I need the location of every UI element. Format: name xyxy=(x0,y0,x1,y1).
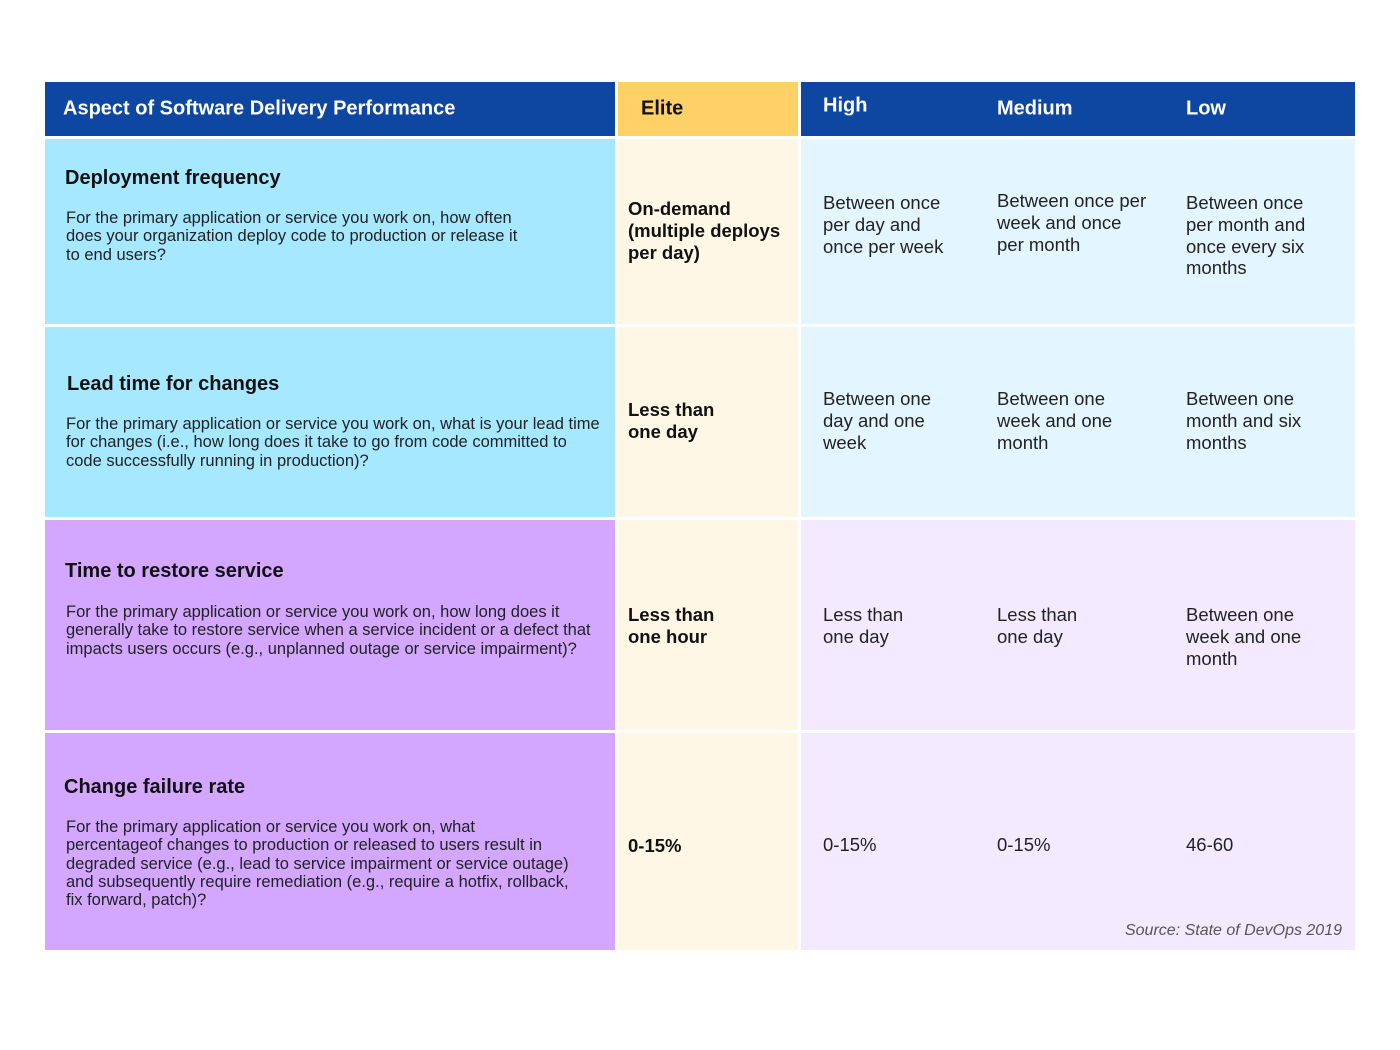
elite-cell: On-demand (multiple deploys per day) xyxy=(618,139,798,324)
high-value: Between one day and one week xyxy=(823,388,932,453)
header-elite-label: Elite xyxy=(641,97,684,120)
metric-title: Change failure rate xyxy=(64,776,246,798)
high-value: 0-15% xyxy=(823,834,877,855)
table-row-deployment-frequency: Deployment frequency For the primary app… xyxy=(45,139,1355,324)
header-medium-label: Medium xyxy=(997,97,1073,120)
elite-value: Less than one day xyxy=(628,399,715,442)
header-cell-aspect: Aspect of Software Delivery Performance xyxy=(45,82,615,136)
elite-value: On-demand (multiple deploys per day) xyxy=(628,198,781,263)
metric-cell: Lead time for changes For the primary ap… xyxy=(45,327,615,517)
table-row-change-failure-rate: Change failure rate For the primary appl… xyxy=(45,733,1355,950)
table-row-lead-time: Lead time for changes For the primary ap… xyxy=(45,327,1355,517)
medium-value: Less than one day xyxy=(997,604,1078,647)
header-low-label: Low xyxy=(1186,97,1226,120)
high-value: Less than one day xyxy=(823,604,904,647)
elite-cell: 0-15% xyxy=(618,733,798,950)
tier-cells: 0-15% 0-15% 46-60 Source: State of DevOp… xyxy=(801,733,1355,950)
tier-cells: Between once per day and once per week B… xyxy=(801,139,1355,324)
medium-value: Between once per week and once per month xyxy=(997,190,1147,255)
tier-cells: Between one day and one week Between one… xyxy=(801,327,1355,517)
header-high-label: High xyxy=(823,94,868,117)
metric-cell: Change failure rate For the primary appl… xyxy=(45,733,615,950)
header-cell-elite: Elite xyxy=(618,82,798,136)
elite-cell: Less than one day xyxy=(618,327,798,517)
medium-value: Between one week and one month xyxy=(997,388,1113,453)
low-value: Between once per month and once every si… xyxy=(1186,192,1306,279)
elite-value: 0-15% xyxy=(628,835,682,856)
table-header: Aspect of Software Delivery Performance … xyxy=(45,82,1355,136)
elite-value: Less than one hour xyxy=(628,604,715,647)
high-value: Between once per day and once per week xyxy=(823,192,944,257)
low-value: Between one week and one month xyxy=(1186,604,1302,669)
metric-title: Deployment frequency xyxy=(65,167,281,189)
low-value: Between one month and six months xyxy=(1186,388,1302,453)
elite-cell: Less than one hour xyxy=(618,520,798,730)
header-aspect-label: Aspect of Software Delivery Performance xyxy=(63,97,456,120)
header-cell-tiers: High Medium Low xyxy=(801,82,1355,136)
metric-cell: Deployment frequency For the primary app… xyxy=(45,139,615,324)
metric-title: Time to restore service xyxy=(65,560,284,582)
metric-title: Lead time for changes xyxy=(67,373,280,395)
metric-description: For the primary application or service y… xyxy=(66,415,600,470)
source-caption: Source: State of DevOps 2019 xyxy=(1124,922,1342,939)
metric-cell: Time to restore service For the primary … xyxy=(45,520,615,730)
medium-value: 0-15% xyxy=(997,834,1051,855)
metric-description: For the primary application or service y… xyxy=(66,818,569,910)
tier-cells: Less than one day Less than one day Betw… xyxy=(801,520,1355,730)
low-value: 46-60 xyxy=(1186,834,1234,855)
metric-description: For the primary application or service y… xyxy=(66,209,518,264)
table-row-time-to-restore: Time to restore service For the primary … xyxy=(45,520,1355,730)
metric-description: For the primary application or service y… xyxy=(66,603,591,658)
